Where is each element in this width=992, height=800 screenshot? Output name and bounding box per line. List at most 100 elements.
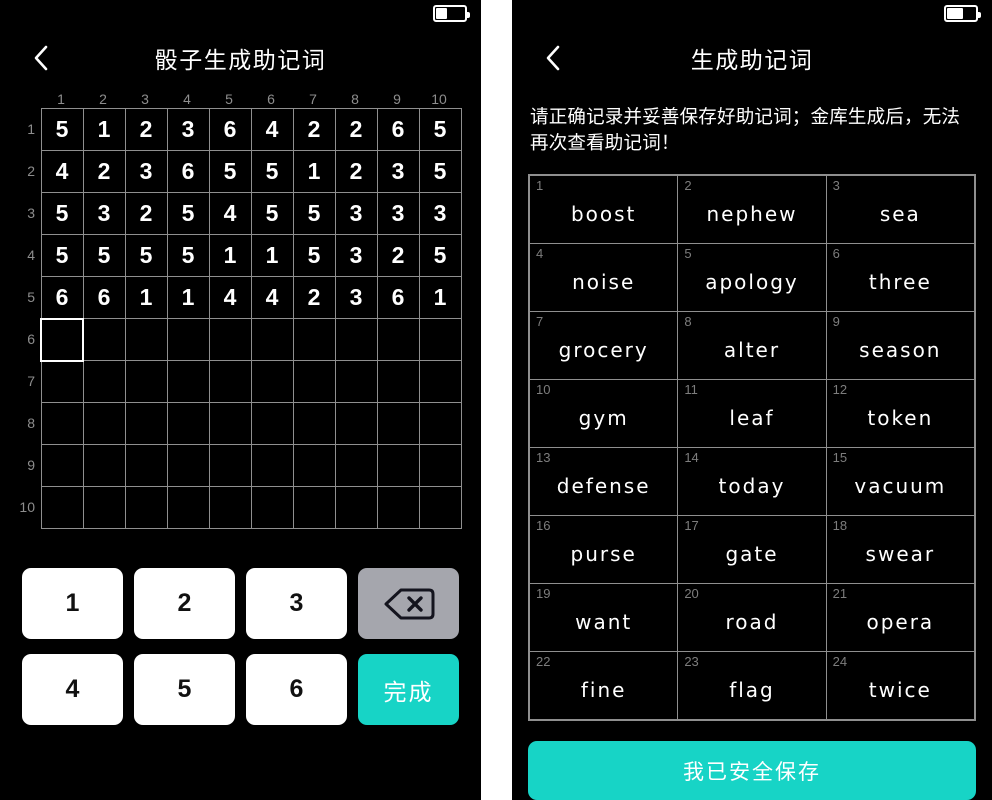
dice-cell[interactable]: 5 <box>40 108 84 151</box>
dice-cell[interactable] <box>82 444 126 487</box>
dice-cell[interactable]: 4 <box>208 192 252 235</box>
keypad-key-5[interactable]: 5 <box>134 654 235 725</box>
confirm-saved-button[interactable]: 我已安全保存 <box>528 741 976 800</box>
dice-cell[interactable]: 3 <box>334 192 378 235</box>
dice-cell[interactable]: 4 <box>208 276 252 319</box>
dice-cell[interactable]: 6 <box>376 276 420 319</box>
dice-cell[interactable]: 3 <box>166 108 210 151</box>
dice-cell[interactable] <box>208 402 252 445</box>
dice-cell[interactable]: 2 <box>334 108 378 151</box>
dice-cell[interactable]: 3 <box>334 234 378 277</box>
dice-cell[interactable] <box>82 360 126 403</box>
dice-cell[interactable]: 2 <box>82 150 126 193</box>
dice-cell[interactable]: 5 <box>418 150 462 193</box>
dice-cell[interactable] <box>250 402 294 445</box>
dice-cell[interactable] <box>418 360 462 403</box>
dice-cell[interactable] <box>124 444 168 487</box>
dice-cell[interactable] <box>334 318 378 361</box>
dice-cell[interactable] <box>208 360 252 403</box>
dice-cell[interactable]: 5 <box>166 192 210 235</box>
dice-cell[interactable]: 3 <box>124 150 168 193</box>
dice-cell[interactable] <box>82 402 126 445</box>
dice-cell[interactable]: 5 <box>292 234 336 277</box>
dice-cell[interactable] <box>82 318 126 361</box>
dice-cell[interactable] <box>166 318 210 361</box>
dice-cell[interactable] <box>250 360 294 403</box>
dice-cell[interactable]: 1 <box>82 108 126 151</box>
numeric-keypad[interactable]: 1 2 3 4 5 6 完成 <box>22 568 462 725</box>
dice-cell[interactable]: 5 <box>40 192 84 235</box>
dice-cell[interactable]: 5 <box>82 234 126 277</box>
dice-cell[interactable] <box>334 444 378 487</box>
dice-cell[interactable] <box>376 402 420 445</box>
keypad-key-3[interactable]: 3 <box>246 568 347 639</box>
dice-cell[interactable] <box>166 444 210 487</box>
dice-cell[interactable] <box>292 444 336 487</box>
dice-cell[interactable]: 2 <box>334 150 378 193</box>
dice-cell[interactable]: 6 <box>40 276 84 319</box>
dice-cell[interactable]: 3 <box>376 150 420 193</box>
dice-cell[interactable]: 5 <box>418 234 462 277</box>
dice-cell[interactable] <box>208 318 252 361</box>
keypad-key-4[interactable]: 4 <box>22 654 123 725</box>
dice-cell[interactable]: 5 <box>166 234 210 277</box>
dice-cell[interactable] <box>376 486 420 529</box>
dice-cell[interactable] <box>334 360 378 403</box>
dice-cell[interactable] <box>124 486 168 529</box>
dice-cell[interactable]: 1 <box>418 276 462 319</box>
dice-cell[interactable]: 6 <box>376 108 420 151</box>
backspace-key[interactable] <box>358 568 459 639</box>
dice-cell[interactable] <box>334 486 378 529</box>
dice-cell[interactable] <box>124 360 168 403</box>
dice-cell[interactable] <box>166 402 210 445</box>
dice-cell[interactable] <box>292 402 336 445</box>
dice-cell[interactable]: 2 <box>376 234 420 277</box>
dice-cell[interactable]: 1 <box>166 276 210 319</box>
dice-cell[interactable]: 6 <box>166 150 210 193</box>
dice-cell[interactable] <box>208 444 252 487</box>
dice-cell[interactable] <box>250 444 294 487</box>
keypad-key-1[interactable]: 1 <box>22 568 123 639</box>
dice-cell[interactable] <box>292 318 336 361</box>
done-key[interactable]: 完成 <box>358 654 459 725</box>
dice-cell[interactable] <box>250 486 294 529</box>
dice-cell[interactable] <box>40 444 84 487</box>
dice-cell[interactable] <box>376 360 420 403</box>
dice-cell[interactable] <box>40 486 84 529</box>
dice-cell[interactable] <box>376 444 420 487</box>
dice-cell[interactable] <box>376 318 420 361</box>
dice-cell[interactable]: 1 <box>208 234 252 277</box>
keypad-key-2[interactable]: 2 <box>134 568 235 639</box>
dice-cell[interactable] <box>418 444 462 487</box>
back-button[interactable] <box>26 41 56 75</box>
dice-cell[interactable]: 4 <box>250 108 294 151</box>
dice-cell[interactable] <box>334 402 378 445</box>
dice-cell[interactable]: 3 <box>82 192 126 235</box>
dice-cell[interactable] <box>250 318 294 361</box>
dice-cell[interactable]: 2 <box>124 192 168 235</box>
dice-cell[interactable] <box>124 402 168 445</box>
back-button[interactable] <box>538 41 568 75</box>
dice-cell[interactable]: 1 <box>250 234 294 277</box>
dice-cell[interactable]: 3 <box>376 192 420 235</box>
dice-cell[interactable]: 4 <box>40 150 84 193</box>
dice-cell[interactable] <box>208 486 252 529</box>
dice-cell[interactable]: 4 <box>250 276 294 319</box>
dice-cell[interactable]: 2 <box>292 108 336 151</box>
dice-cell[interactable]: 6 <box>208 108 252 151</box>
dice-cell[interactable]: 5 <box>124 234 168 277</box>
dice-grid[interactable]: 5123642265423655123553254553335555115325… <box>40 108 462 529</box>
dice-cell[interactable]: 5 <box>40 234 84 277</box>
dice-cell[interactable]: 1 <box>292 150 336 193</box>
dice-cell[interactable] <box>40 360 84 403</box>
dice-cell[interactable] <box>40 402 84 445</box>
dice-cell[interactable] <box>166 360 210 403</box>
dice-cell-cursor[interactable] <box>40 317 84 362</box>
dice-cell[interactable]: 3 <box>418 192 462 235</box>
dice-cell[interactable] <box>82 486 126 529</box>
dice-cell[interactable]: 3 <box>334 276 378 319</box>
dice-cell[interactable]: 5 <box>250 192 294 235</box>
dice-cell[interactable] <box>292 486 336 529</box>
dice-cell[interactable]: 2 <box>292 276 336 319</box>
dice-cell[interactable] <box>166 486 210 529</box>
